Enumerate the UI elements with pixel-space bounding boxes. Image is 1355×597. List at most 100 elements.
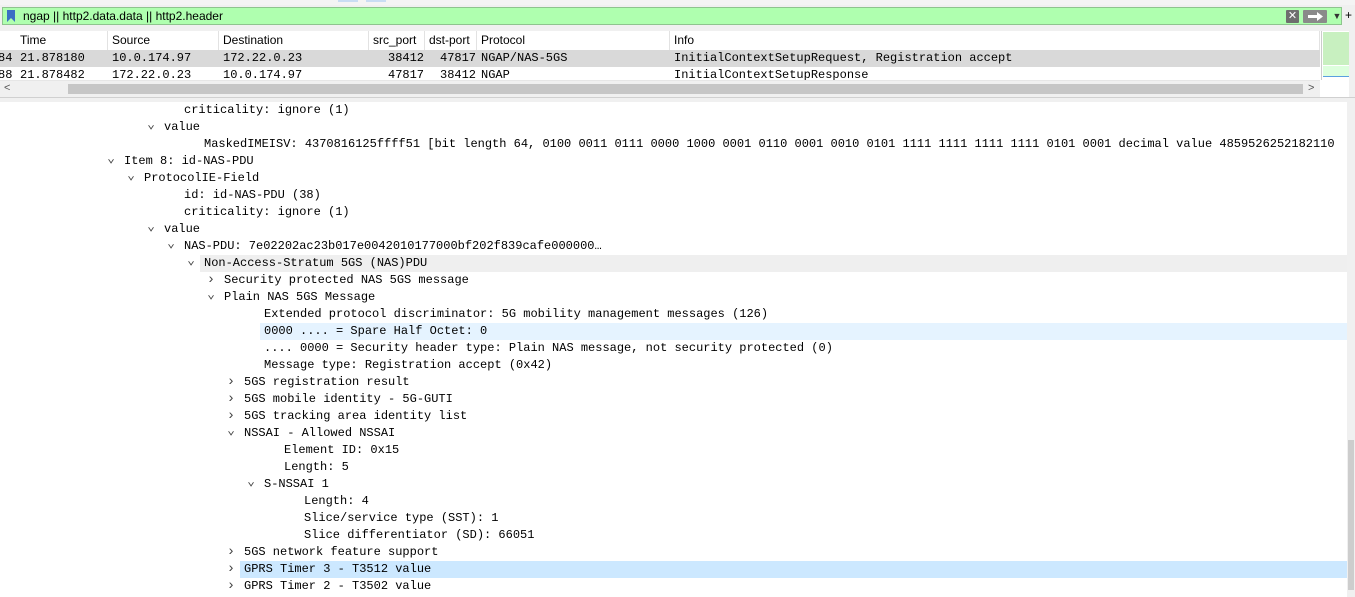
chevron-down-icon[interactable]: ⌄ <box>106 152 116 165</box>
display-filter-text[interactable]: ngap || http2.data.data || http2.header <box>23 9 223 24</box>
scrollbar-thumb[interactable] <box>68 84 1303 94</box>
packet-number: 88 <box>0 68 13 80</box>
tree-item-label: Plain NAS 5GS Message <box>224 290 376 304</box>
tree-item[interactable]: Length: 5 <box>0 459 1347 476</box>
packet-row[interactable]: 84 21.878180 10.0.174.97 172.22.0.23 384… <box>0 50 1320 67</box>
tree-item-label: 5GS network feature support <box>244 545 439 559</box>
tree-item-label: MaskedIMEISV: 4370816125ffff51 [bit leng… <box>204 137 1335 151</box>
details-vertical-scrollbar[interactable] <box>1347 102 1355 597</box>
tree-item-label: criticality: ignore (1) <box>184 205 350 219</box>
tree-item[interactable]: › 5GS network feature support <box>0 544 1347 561</box>
chevron-down-icon[interactable]: ⌄ <box>246 475 256 488</box>
column-header-info[interactable]: Info <box>670 31 1320 50</box>
packet-list-header: Time Source Destination src_port dst-por… <box>0 31 1320 51</box>
tree-item[interactable]: Extended protocol discriminator: 5G mobi… <box>0 306 1347 323</box>
filter-history-dropdown-icon[interactable]: ▼ <box>1332 11 1342 21</box>
chevron-right-icon[interactable]: › <box>226 544 236 560</box>
tree-item[interactable]: criticality: ignore (1) <box>0 102 1347 119</box>
tree-item[interactable]: ⌄ S-NSSAI 1 <box>0 475 1347 493</box>
tree-item[interactable]: ⌄ value <box>0 220 1347 238</box>
tree-item[interactable]: .... 0000 = Security header type: Plain … <box>0 340 1347 357</box>
tree-item-label: value <box>164 120 201 134</box>
packet-minimap[interactable] <box>1321 31 1350 80</box>
column-header-dst-port[interactable]: dst-port <box>425 31 477 50</box>
packet-list-horizontal-scrollbar[interactable]: < > <box>0 80 1320 98</box>
tree-item[interactable]: id: id-NAS-PDU (38) <box>0 187 1347 204</box>
tree-item[interactable]: › 5GS tracking area identity list <box>0 408 1347 425</box>
display-filter-toolbar: ngap || http2.data.data || http2.header … <box>0 0 1355 32</box>
bookmark-icon[interactable] <box>7 10 15 22</box>
tree-item[interactable]: › Security protected NAS 5GS message <box>0 272 1347 289</box>
tree-item[interactable]: MaskedIMEISV: 4370816125ffff51 [bit leng… <box>0 136 1347 153</box>
tree-item[interactable]: ⌄ Plain NAS 5GS Message <box>0 288 1347 306</box>
toolbar-indicator <box>338 0 358 2</box>
packet-number: 84 <box>0 51 13 65</box>
tree-item[interactable]: Length: 4 <box>0 493 1347 510</box>
scroll-right-icon[interactable]: > <box>1308 82 1314 94</box>
tree-item-label: 5GS registration result <box>244 375 410 389</box>
tree-item-label: Element ID: 0x15 <box>284 443 400 457</box>
tree-item[interactable]: Slice differentiator (SD): 66051 <box>0 527 1347 544</box>
tree-item-label: Slice differentiator (SD): 66051 <box>304 528 535 542</box>
chevron-right-icon[interactable]: › <box>226 374 236 390</box>
tree-item[interactable]: Message type: Registration accept (0x42) <box>0 357 1347 374</box>
minimap-segment <box>1323 66 1349 77</box>
packet-source: 172.22.0.23 <box>112 68 192 80</box>
tree-item[interactable]: ⌄ Item 8: id-NAS-PDU <box>0 152 1347 170</box>
chevron-right-icon[interactable]: › <box>226 408 236 424</box>
tree-item[interactable]: criticality: ignore (1) <box>0 204 1347 221</box>
packet-time: 21.878482 <box>20 68 85 80</box>
tree-item[interactable]: Element ID: 0x15 <box>0 442 1347 459</box>
packet-row[interactable]: 88 21.878482 172.22.0.23 10.0.174.97 478… <box>0 67 1320 80</box>
tree-item-label: Extended protocol discriminator: 5G mobi… <box>264 307 769 321</box>
toolbar-strip <box>0 0 1355 5</box>
tree-item-label: S-NSSAI 1 <box>264 477 329 491</box>
packet-protocol: NGAP <box>481 68 510 80</box>
packet-source: 10.0.174.97 <box>112 51 192 65</box>
packet-destination: 172.22.0.23 <box>223 51 303 65</box>
column-header-protocol[interactable]: Protocol <box>477 31 670 50</box>
tree-item[interactable]: › GPRS Timer 3 - T3512 value <box>227 561 1347 578</box>
column-header-destination[interactable]: Destination <box>219 31 369 50</box>
column-header-src-port[interactable]: src_port <box>369 31 425 50</box>
tree-item-label: ProtocolIE-Field <box>144 171 260 185</box>
tree-item-label: Message type: Registration accept (0x42) <box>264 358 553 372</box>
chevron-right-icon[interactable]: › <box>226 391 236 407</box>
tree-item-label: id: id-NAS-PDU (38) <box>184 188 321 202</box>
add-expression-button[interactable]: + <box>1345 8 1352 22</box>
tree-item[interactable]: Slice/service type (SST): 1 <box>0 510 1347 527</box>
packet-destination: 10.0.174.97 <box>223 68 303 80</box>
tree-item[interactable]: ⌄ NAS-PDU: 7e02202ac23b017e0042010177000b… <box>0 237 1347 255</box>
packet-dst-port: 38412 <box>440 68 477 80</box>
packet-protocol: NGAP/NAS-5GS <box>481 51 568 65</box>
chevron-down-icon[interactable]: ⌄ <box>226 424 236 437</box>
tree-item[interactable]: ⌄ value <box>0 118 1347 136</box>
chevron-down-icon[interactable]: ⌄ <box>206 288 216 301</box>
chevron-right-icon[interactable]: › <box>226 578 236 594</box>
tree-item[interactable]: › 5GS registration result <box>0 374 1347 391</box>
scrollbar-thumb[interactable] <box>1348 440 1354 590</box>
tree-item[interactable]: ⌄ ProtocolIE-Field <box>0 169 1347 187</box>
chevron-down-icon[interactable]: ⌄ <box>146 220 156 233</box>
chevron-down-icon[interactable]: ⌄ <box>146 118 156 131</box>
display-filter-input[interactable]: ngap || http2.data.data || http2.header … <box>2 7 1342 25</box>
tree-item[interactable]: ⌄ Non-Access-Stratum 5GS (NAS)PDU <box>187 254 1347 272</box>
apply-filter-icon[interactable] <box>1303 10 1327 23</box>
scroll-left-icon[interactable]: < <box>4 82 10 94</box>
tree-item[interactable]: ⌄ NSSAI - Allowed NSSAI <box>0 424 1347 442</box>
packet-list: Time Source Destination src_port dst-por… <box>0 31 1355 98</box>
clear-filter-icon[interactable]: ✕ <box>1286 10 1299 23</box>
tree-item-label: 5GS mobile identity - 5G-GUTI <box>244 392 453 406</box>
chevron-right-icon[interactable]: › <box>226 561 236 577</box>
column-header-source[interactable]: Source <box>108 31 219 50</box>
tree-item[interactable]: › GPRS Timer 2 - T3502 value <box>0 578 1347 595</box>
chevron-down-icon[interactable]: ⌄ <box>166 237 176 250</box>
tree-item[interactable]: › 5GS mobile identity - 5G-GUTI <box>0 391 1347 408</box>
toolbar-indicator <box>366 0 386 2</box>
chevron-down-icon[interactable]: ⌄ <box>126 169 136 182</box>
tree-item[interactable]: 0000 .... = Spare Half Octet: 0 <box>260 323 1347 340</box>
column-header-time[interactable]: Time <box>16 31 108 50</box>
chevron-right-icon[interactable]: › <box>206 272 216 288</box>
packet-list-vertical-scrollbar[interactable] <box>1349 31 1355 97</box>
chevron-down-icon[interactable]: ⌄ <box>186 254 196 267</box>
